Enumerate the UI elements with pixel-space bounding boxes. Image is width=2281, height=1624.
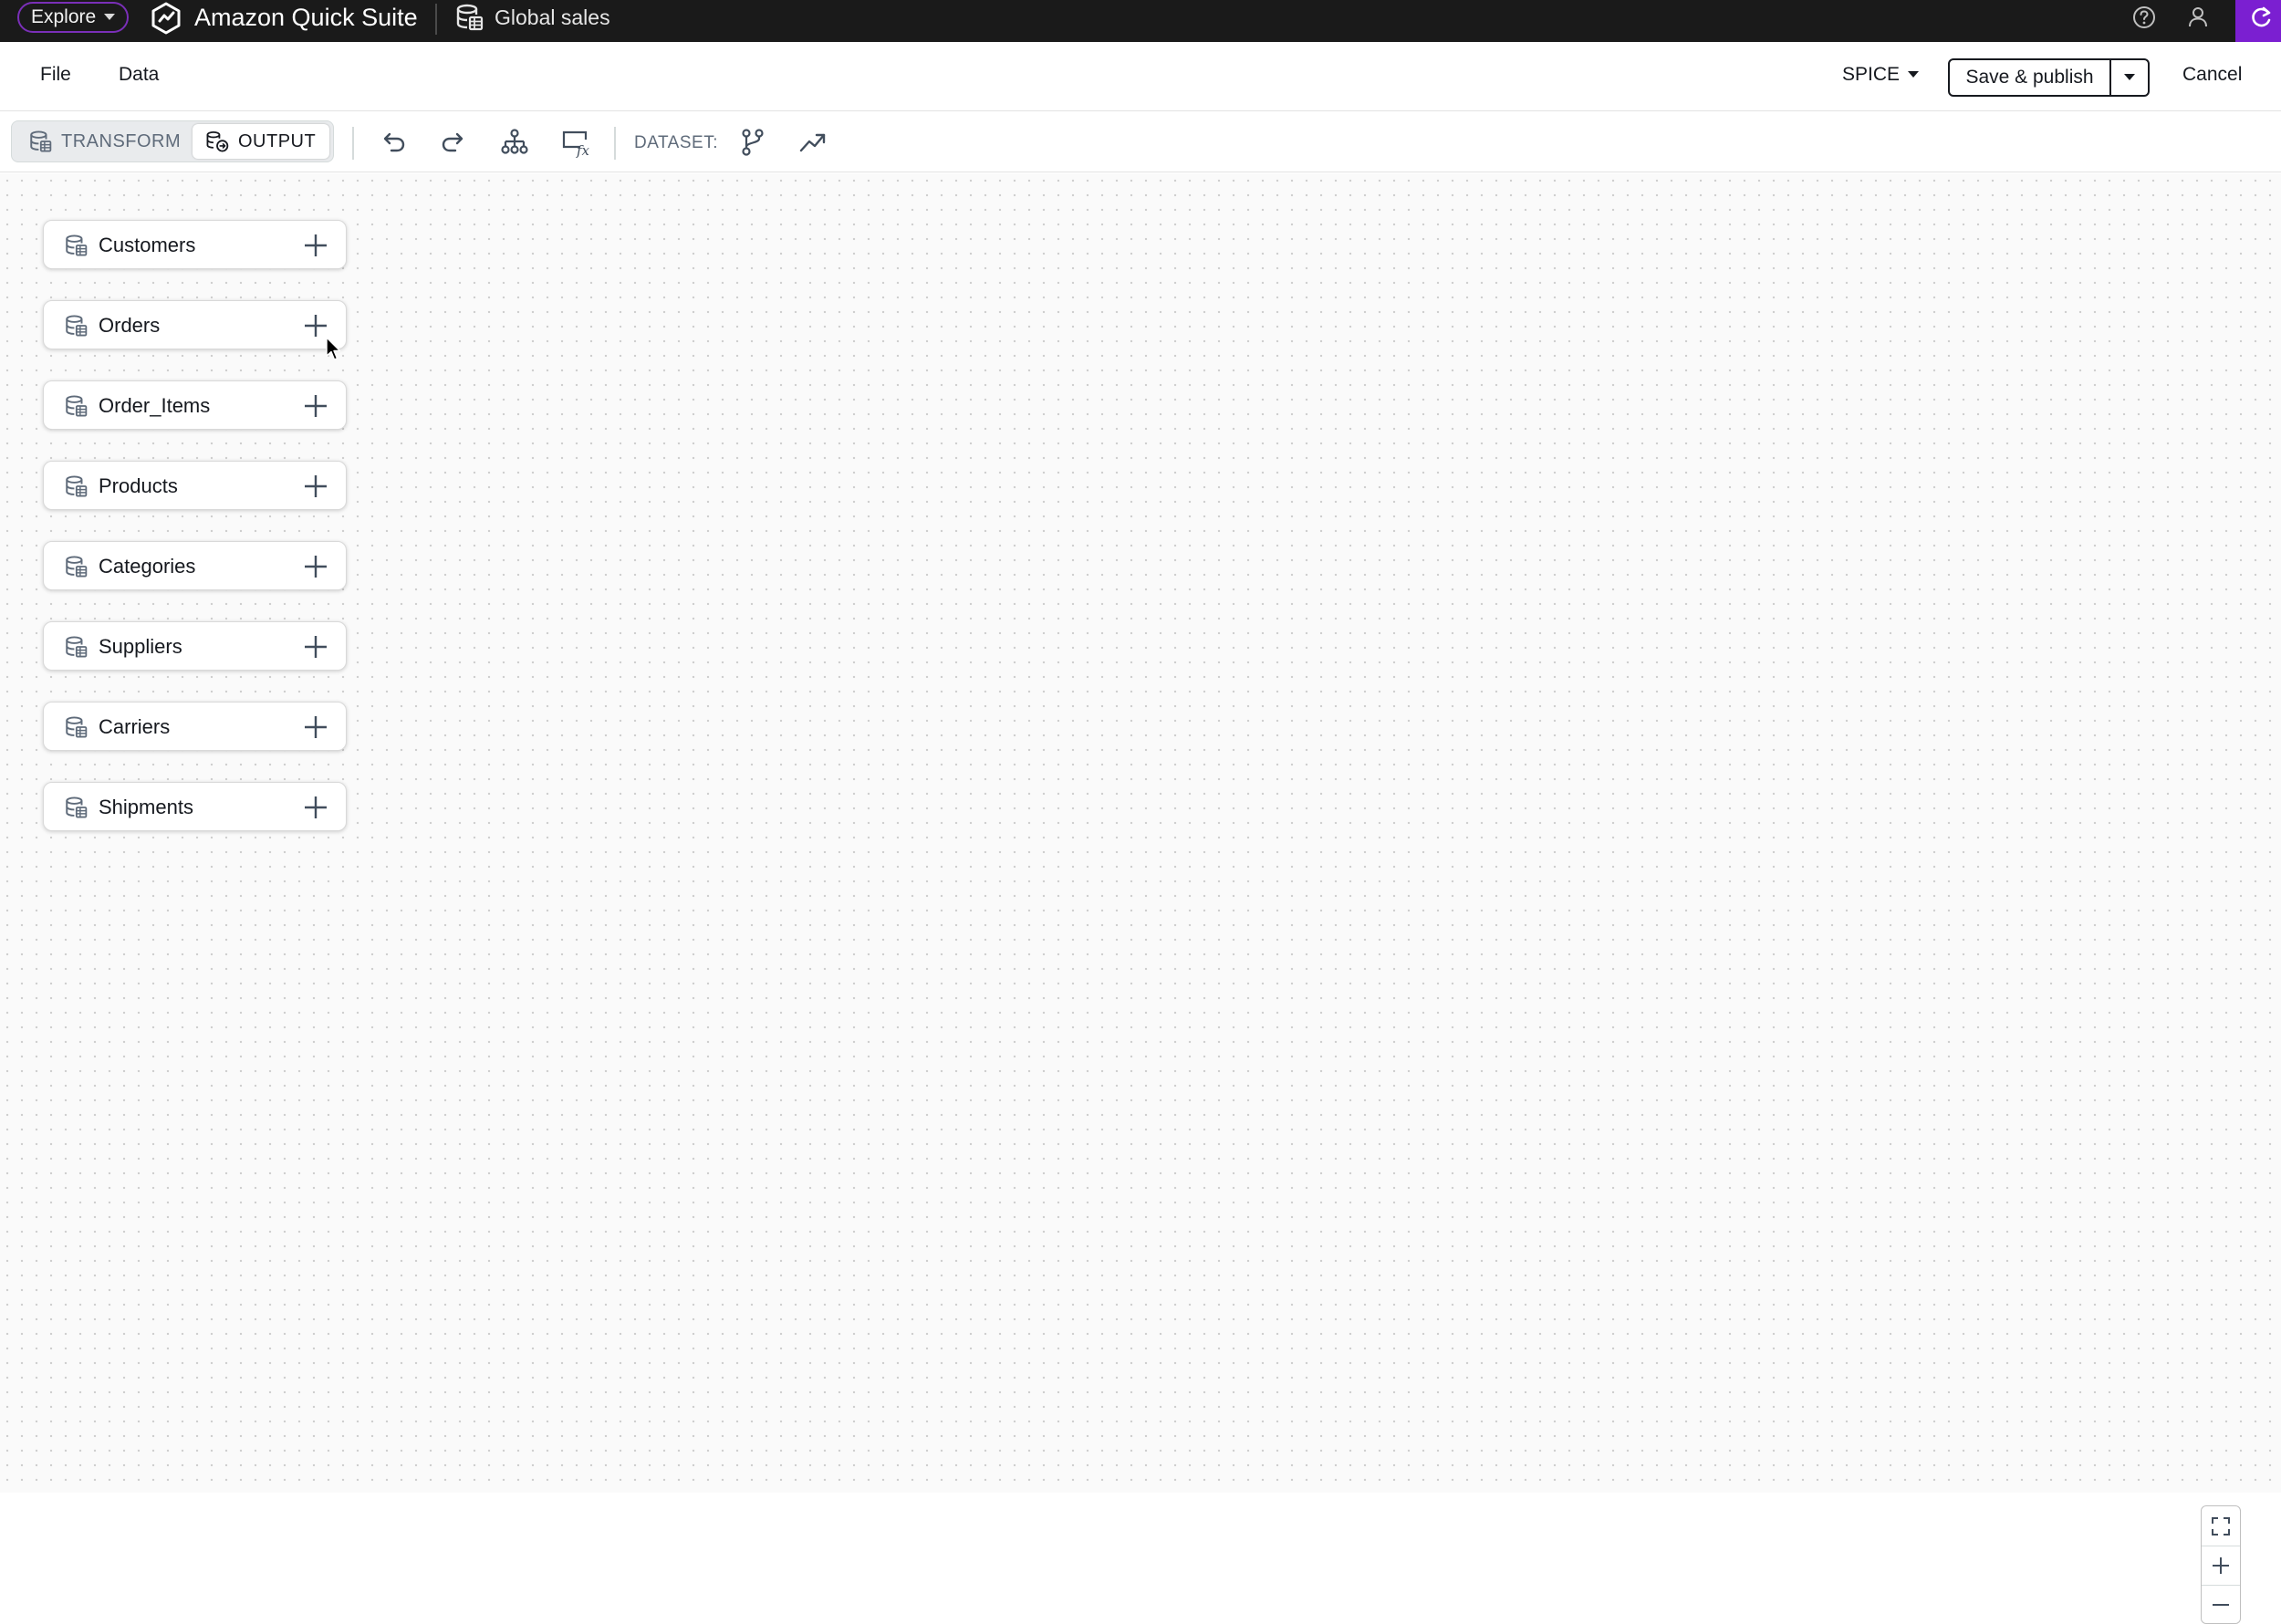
tool-bar: TRANSFORM OUTPUT fx DATASET: <box>0 112 2281 172</box>
database-icon <box>28 130 52 153</box>
database-icon <box>64 715 88 739</box>
quick-suite-logo-icon[interactable] <box>150 2 182 35</box>
database-icon <box>64 635 88 659</box>
zoom-out-button[interactable] <box>2202 1585 2240 1624</box>
table-node-label: Order_Items <box>99 394 211 417</box>
output-mode-button[interactable]: OUTPUT <box>193 124 329 159</box>
transform-mode-label: TRANSFORM <box>61 130 182 151</box>
undo-icon[interactable] <box>378 127 409 158</box>
calculated-field-icon[interactable]: fx <box>559 127 590 158</box>
plus-icon[interactable] <box>301 231 330 260</box>
storage-mode-selector[interactable]: SPICE <box>1842 64 1920 86</box>
caret-down-icon <box>2123 73 2136 82</box>
menu-bar: File Data SPICE Save & publish Cancel <box>0 42 2281 111</box>
save-publish-button[interactable]: Save & publish <box>1950 60 2111 95</box>
table-node-label: Carriers <box>99 715 171 738</box>
table-node-products[interactable]: Products <box>43 461 347 510</box>
top-bar: Explore Amazon Quick Suite Global sales <box>0 0 2281 42</box>
save-publish-group: Save & publish <box>1948 58 2150 97</box>
storage-mode-label: SPICE <box>1842 64 1901 85</box>
table-node-customers[interactable]: Customers <box>43 220 347 269</box>
database-icon <box>64 555 88 578</box>
zoom-in-button[interactable] <box>2202 1546 2240 1585</box>
zoom-in-icon <box>2211 1556 2231 1576</box>
database-icon <box>64 314 88 338</box>
table-node-carriers[interactable]: Carriers <box>43 702 347 751</box>
toolbar-divider <box>352 127 354 160</box>
hierarchy-icon[interactable] <box>499 127 530 158</box>
mouse-cursor-icon <box>326 337 342 362</box>
table-node-categories[interactable]: Categories <box>43 541 347 590</box>
refresh-icon <box>2248 5 2274 30</box>
table-node-label: Orders <box>99 314 161 337</box>
caret-down-icon <box>103 13 116 22</box>
database-icon <box>64 474 88 498</box>
database-icon <box>64 234 88 257</box>
zoom-controls <box>2201 1505 2241 1624</box>
dataset-name[interactable]: Global sales <box>495 2 610 33</box>
cancel-button[interactable]: Cancel <box>2182 64 2242 86</box>
plus-icon[interactable] <box>301 793 330 822</box>
table-node-shipments[interactable]: Shipments <box>43 782 347 831</box>
topbar-divider <box>435 4 437 35</box>
table-node-label: Customers <box>99 234 196 256</box>
zoom-out-icon <box>2211 1595 2231 1615</box>
redo-icon[interactable] <box>438 127 469 158</box>
caret-down-icon <box>1907 70 1920 79</box>
table-node-label: Shipments <box>99 796 193 818</box>
database-icon <box>454 3 484 32</box>
product-name: Amazon Quick Suite <box>194 4 418 31</box>
transform-mode-button[interactable]: TRANSFORM <box>16 124 198 159</box>
plus-icon[interactable] <box>301 632 330 661</box>
database-icon <box>64 394 88 418</box>
assistant-button[interactable] <box>2235 0 2281 42</box>
explore-button[interactable]: Explore <box>17 2 129 33</box>
table-node-label: Products <box>99 474 178 497</box>
trend-icon[interactable] <box>797 127 828 158</box>
fit-screen-icon <box>2211 1516 2231 1536</box>
plus-icon[interactable] <box>301 472 330 501</box>
branch-icon[interactable] <box>737 127 768 158</box>
help-icon[interactable] <box>2130 4 2158 31</box>
table-node-label: Suppliers <box>99 635 182 658</box>
save-options-dropdown[interactable] <box>2111 60 2148 95</box>
output-icon <box>205 130 229 153</box>
table-node-orders[interactable]: Orders <box>43 300 347 349</box>
plus-icon[interactable] <box>301 552 330 581</box>
mode-toggle: TRANSFORM OUTPUT <box>11 120 334 162</box>
user-icon[interactable] <box>2184 4 2212 31</box>
plus-icon[interactable] <box>301 391 330 421</box>
plus-icon[interactable] <box>301 713 330 742</box>
dataset-label: DATASET: <box>634 133 718 152</box>
svg-text:fx: fx <box>576 142 590 158</box>
data-prep-canvas[interactable]: Customers Orders Order_Items Products Ca… <box>0 173 2281 1624</box>
fit-screen-button[interactable] <box>2202 1506 2240 1546</box>
table-node-order-items[interactable]: Order_Items <box>43 380 347 430</box>
table-node-suppliers[interactable]: Suppliers <box>43 621 347 671</box>
data-menu[interactable]: Data <box>119 64 159 86</box>
output-mode-label: OUTPUT <box>238 130 317 151</box>
toolbar-divider <box>614 127 616 160</box>
file-menu[interactable]: File <box>40 64 71 86</box>
explore-label: Explore <box>31 6 97 27</box>
database-icon <box>64 796 88 819</box>
table-node-label: Categories <box>99 555 196 578</box>
